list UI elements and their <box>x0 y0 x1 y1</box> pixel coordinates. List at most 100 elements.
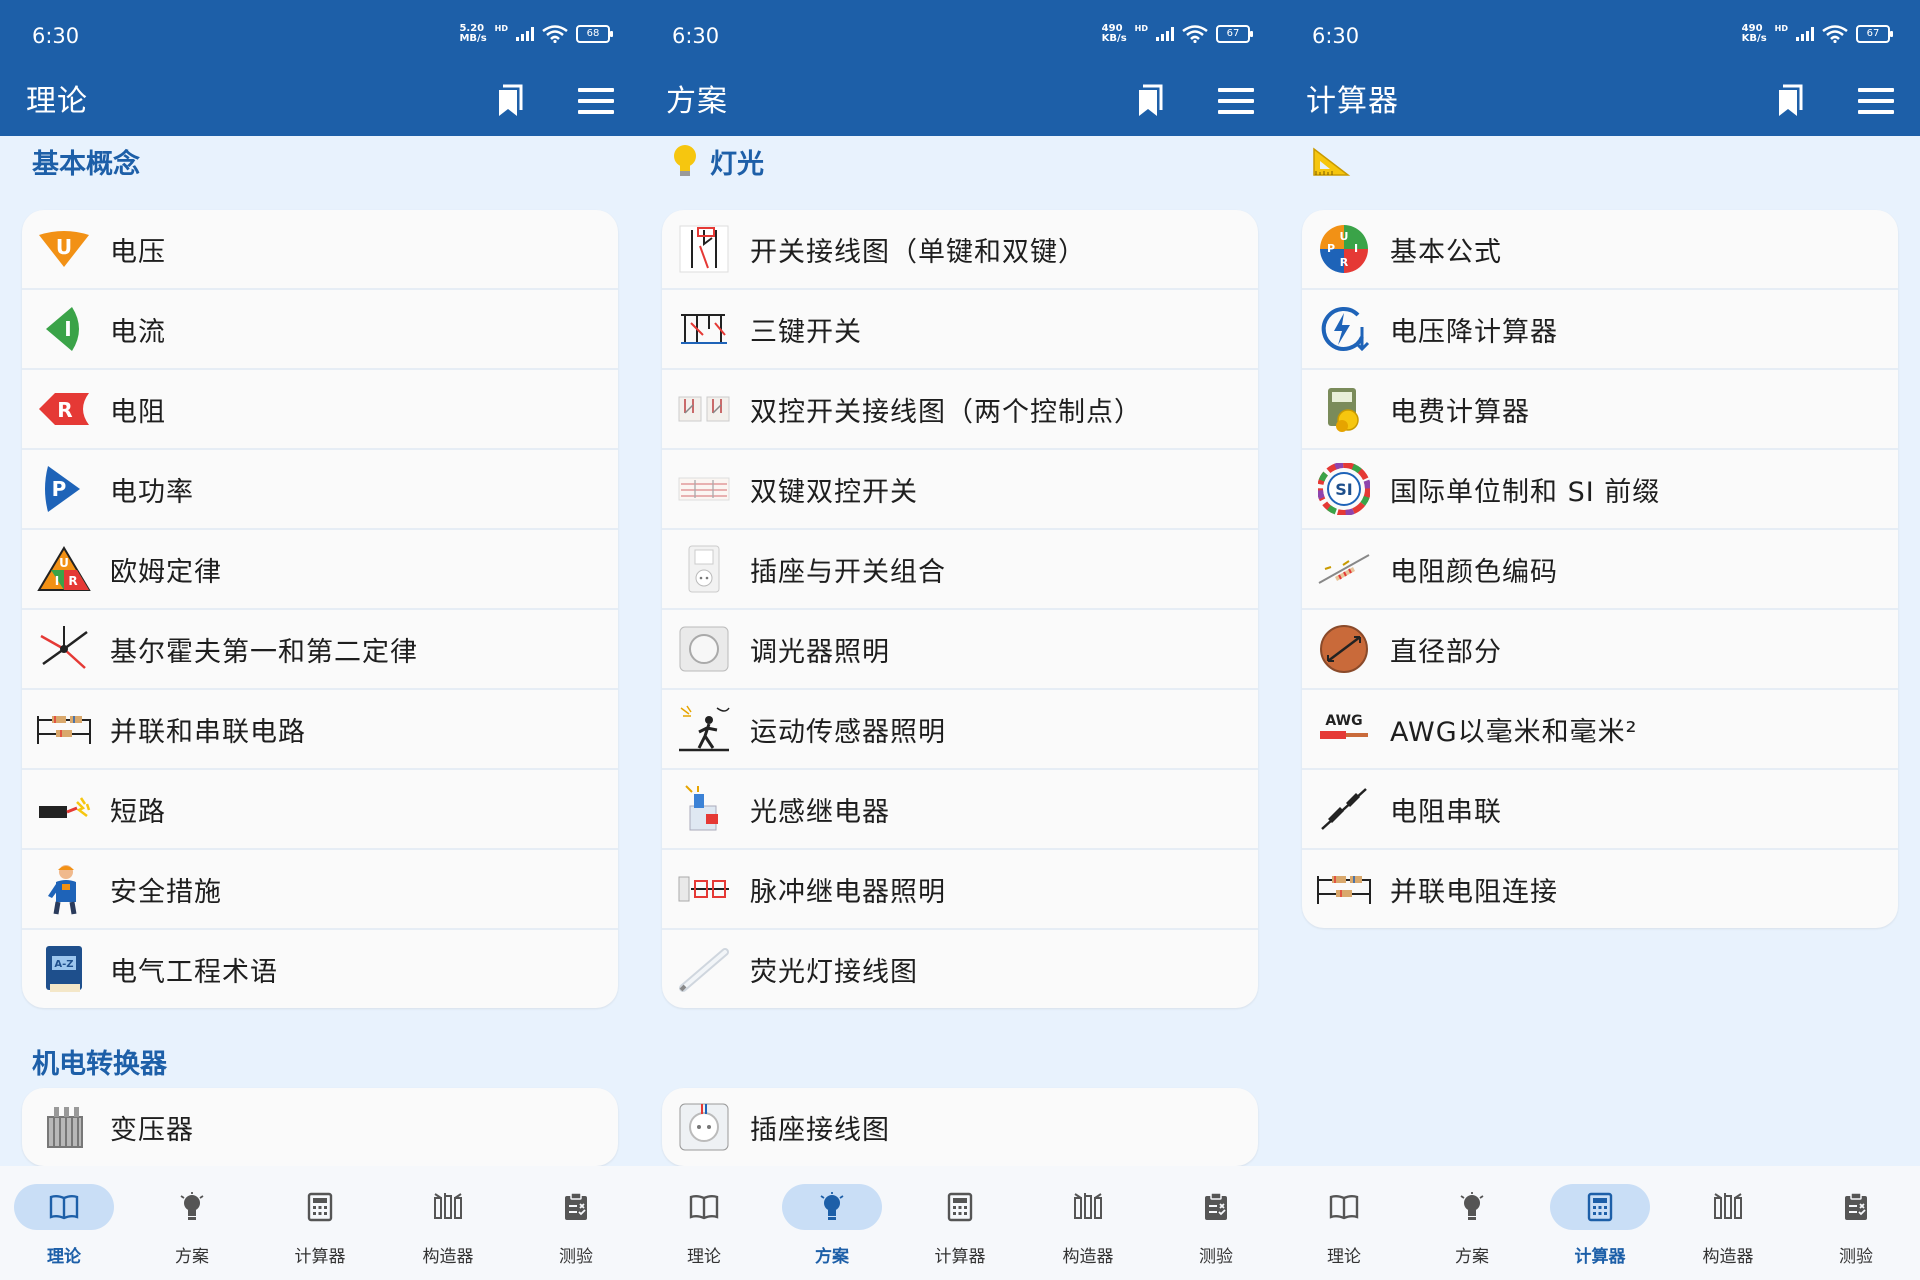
nav-tab-calculator[interactable]: 计算器 <box>1536 1166 1664 1280</box>
list-item-motion-sensor[interactable]: 运动传感器照明 <box>662 690 1258 770</box>
lightbulb-icon <box>782 1184 882 1230</box>
item-label: 电费计算器 <box>1390 396 1530 428</box>
svg-text:I: I <box>1354 242 1358 255</box>
list-item-si-units[interactable]: SI 国际单位制和 SI 前缀 <box>1302 450 1898 530</box>
list-item-fluorescent[interactable]: 荧光灯接线图 <box>662 930 1258 1008</box>
nav-tab-label: 测验 <box>1199 1247 1233 1267</box>
nav-tab-book[interactable]: 理论 <box>1280 1166 1408 1280</box>
status-time: 6:30 <box>32 24 80 48</box>
menu-icon[interactable] <box>1218 88 1254 114</box>
bottom-navigation: 理论 方案 计算器 构造器 测验 <box>0 1166 640 1280</box>
list-item-parallel-series[interactable]: 并联和串联电路 <box>22 690 618 770</box>
nav-tab-constructor[interactable]: 构造器 <box>1024 1166 1152 1280</box>
list-item-dimmer[interactable]: 调光器照明 <box>662 610 1258 690</box>
nav-tab-calculator[interactable]: 计算器 <box>896 1166 1024 1280</box>
network-speed-unit: KB/s <box>1101 33 1127 44</box>
list-item-electricity-bill[interactable]: 电费计算器 <box>1302 370 1898 450</box>
list-item-short-circuit[interactable]: 短路 <box>22 770 618 850</box>
item-label: 电功率 <box>110 476 194 508</box>
list-item-switch-wiring[interactable]: 开关接线图（单键和双键） <box>662 210 1258 290</box>
list-item-resistor-color-code[interactable]: 电阻颜色编码 <box>1302 530 1898 610</box>
nav-tab-quiz-clipboard[interactable]: 测验 <box>1152 1166 1280 1280</box>
item-label: 电压 <box>110 236 166 268</box>
hd-icon: HD <box>494 24 508 33</box>
list-item-double-two-way[interactable]: 双键双控开关 <box>662 450 1258 530</box>
nav-tab-label: 计算器 <box>294 1247 346 1267</box>
status-time: 6:30 <box>672 24 720 48</box>
list-item-resistors-series[interactable]: 电阻串联 <box>1302 770 1898 850</box>
svg-text:AWG: AWG <box>1325 713 1362 729</box>
list-item-ohms-law[interactable]: UIR 欧姆定律 <box>22 530 618 610</box>
nav-tab-book[interactable]: 理论 <box>0 1166 128 1280</box>
list-item-two-way[interactable]: 双控开关接线图（两个控制点） <box>662 370 1258 450</box>
nav-tab-constructor[interactable]: 构造器 <box>1664 1166 1792 1280</box>
section-header-basic-concepts: 基本概念 <box>32 136 140 186</box>
nav-tab-quiz-clipboard[interactable]: 测验 <box>512 1166 640 1280</box>
motion-sensor-icon <box>676 701 732 757</box>
item-label: 基本公式 <box>1390 236 1502 268</box>
bookmarks-icon[interactable] <box>494 84 524 118</box>
menu-icon[interactable] <box>578 88 614 114</box>
constructor-icon <box>1038 1184 1138 1230</box>
book-icon <box>14 1184 114 1230</box>
section-header-calculators <box>1312 136 1352 186</box>
svg-text:R: R <box>1340 256 1349 269</box>
list-item-transformer[interactable]: 变压器 <box>22 1088 618 1166</box>
voltage-drop-icon <box>1316 301 1372 357</box>
list-item-safety[interactable]: 安全措施 <box>22 850 618 930</box>
resistors-series-icon <box>1316 781 1372 837</box>
nav-tab-label: 测验 <box>559 1247 593 1267</box>
az-book-icon: A-Z <box>36 941 92 997</box>
parallel-series-circuit-icon <box>36 701 92 757</box>
nav-tab-lightbulb[interactable]: 方案 <box>768 1166 896 1280</box>
electrician-worker-icon <box>36 861 92 917</box>
network-speed: 5.20 MB/s <box>459 24 486 44</box>
socket-switch-combo-icon <box>676 541 732 597</box>
list-item-photo-relay[interactable]: 光感继电器 <box>662 770 1258 850</box>
list-item-basic-formulas[interactable]: UIRP 基本公式 <box>1302 210 1898 290</box>
list-item-glossary[interactable]: A-Z 电气工程术语 <box>22 930 618 1008</box>
svg-text:R: R <box>68 574 77 588</box>
list-item-diameter[interactable]: 直径部分 <box>1302 610 1898 690</box>
nav-tab-lightbulb[interactable]: 方案 <box>1408 1166 1536 1280</box>
list-item-resistors-parallel[interactable]: 并联电阻连接 <box>1302 850 1898 928</box>
nav-tab-quiz-clipboard[interactable]: 测验 <box>1792 1166 1920 1280</box>
list-item-three-gang[interactable]: 三键开关 <box>662 290 1258 370</box>
set-square-ruler-icon <box>1313 147 1351 176</box>
electricity-bill-icon <box>1316 381 1372 437</box>
network-speed-unit: MB/s <box>459 33 487 44</box>
nav-tab-lightbulb[interactable]: 方案 <box>128 1166 256 1280</box>
nav-tab-label: 构造器 <box>1702 1247 1754 1267</box>
nav-tab-book[interactable]: 理论 <box>640 1166 768 1280</box>
switch-wiring-icon <box>676 221 732 277</box>
short-circuit-spark-icon <box>36 781 92 837</box>
network-speed: 490 KB/s <box>1102 24 1127 44</box>
nav-tab-label: 方案 <box>175 1247 209 1267</box>
list-item-current[interactable]: I 电流 <box>22 290 618 370</box>
item-label: 安全措施 <box>110 876 222 908</box>
list-item-impulse-relay[interactable]: 脉冲继电器照明 <box>662 850 1258 930</box>
wifi-icon <box>1182 25 1208 43</box>
list-item-socket-wiring[interactable]: 插座接线图 <box>662 1088 1258 1166</box>
wifi-icon <box>1822 25 1848 43</box>
svg-text:R: R <box>57 398 72 422</box>
list-item-kirchhoff[interactable]: 基尔霍夫第一和第二定律 <box>22 610 618 690</box>
list-item-power[interactable]: P 电功率 <box>22 450 618 530</box>
hd-icon: HD <box>1134 24 1148 33</box>
list-item-socket-switch[interactable]: 插座与开关组合 <box>662 530 1258 610</box>
topic-list-card: 变压器 <box>22 1088 618 1166</box>
bookmarks-icon[interactable] <box>1134 84 1164 118</box>
list-item-voltage[interactable]: U 电压 <box>22 210 618 290</box>
battery-icon: 67 <box>1856 25 1893 43</box>
nav-tab-calculator[interactable]: 计算器 <box>256 1166 384 1280</box>
bookmarks-icon[interactable] <box>1774 84 1804 118</box>
nav-tab-constructor[interactable]: 构造器 <box>384 1166 512 1280</box>
list-item-voltage-drop[interactable]: 电压降计算器 <box>1302 290 1898 370</box>
nav-tab-label: 方案 <box>815 1247 849 1267</box>
app-bar: 6:30 490 KB/s HD 67 方案 <box>640 0 1280 136</box>
list-item-awg[interactable]: AWG AWG以毫米和毫米² <box>1302 690 1898 770</box>
menu-icon[interactable] <box>1858 88 1894 114</box>
topic-list-card: U 电压 I 电流 R 电阻 P 电功率 UIR 欧姆定律 基尔霍夫第一和第二定… <box>22 210 618 1008</box>
list-item-resistance[interactable]: R 电阻 <box>22 370 618 450</box>
si-units-icon: SI <box>1316 461 1372 517</box>
